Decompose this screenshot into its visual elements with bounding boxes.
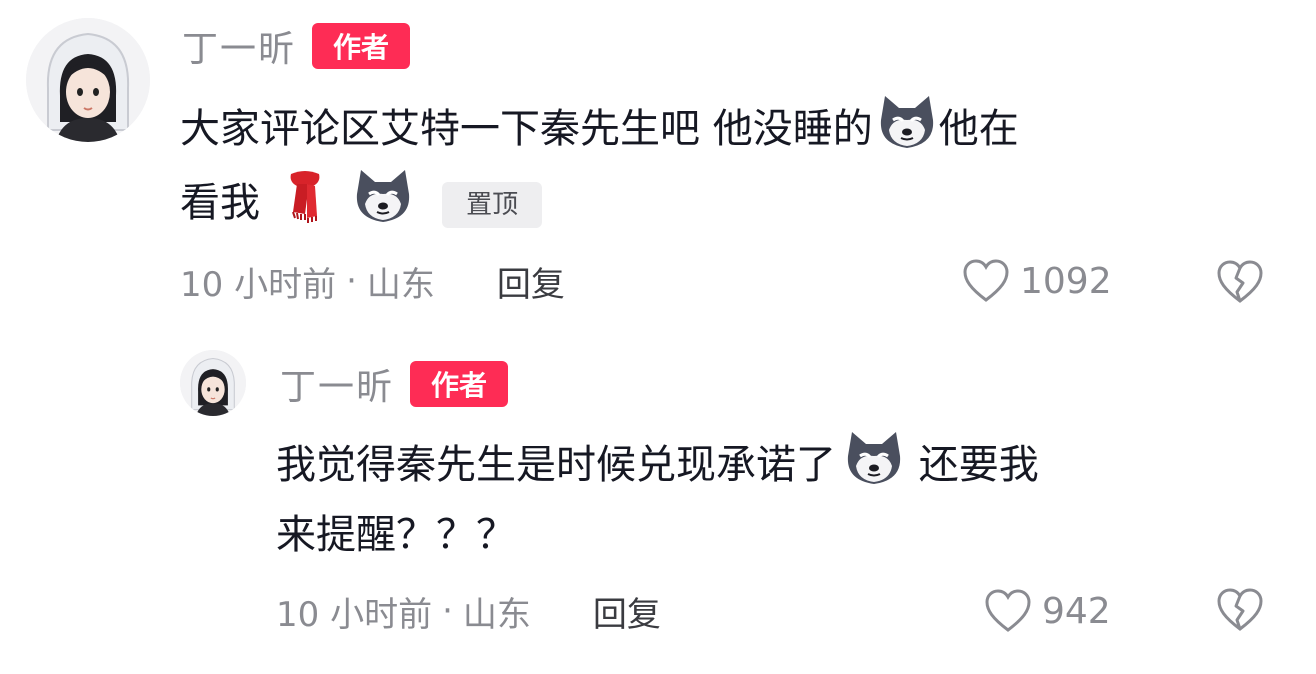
comment-text-segment: 看我 xyxy=(180,180,260,226)
broken-heart-icon xyxy=(1217,588,1263,631)
username[interactable]: 丁一昕 xyxy=(182,20,296,72)
username[interactable]: 丁一昕 xyxy=(280,358,394,410)
like-count: 1092 xyxy=(1020,260,1112,302)
husky-emoji-icon xyxy=(842,430,906,504)
red-scarf-emoji-icon xyxy=(283,168,327,242)
comment-text-segment: 还要我 xyxy=(906,442,1039,488)
comment-text-line: 我觉得秦先生是时候兑现承诺了 还要我 xyxy=(276,430,1286,504)
avatar[interactable] xyxy=(180,350,246,416)
comment-text-line: 看我 置顶 xyxy=(180,168,1290,242)
dislike-button[interactable] xyxy=(1216,260,1264,308)
heart-outline-icon xyxy=(963,259,1009,302)
comment-item: 丁一昕 作者 大家评论区艾特一下秦先生吧 他没睡的 他在 看我 置顶 10 小时… xyxy=(0,0,1316,330)
reply-button[interactable]: 回复 xyxy=(497,257,565,306)
author-badge: 作者 xyxy=(410,361,509,407)
avatar[interactable] xyxy=(26,18,150,142)
comment-text-segment: 他在 xyxy=(938,106,1019,152)
broken-heart-icon xyxy=(1217,260,1263,303)
separator: · xyxy=(442,591,453,631)
like-button[interactable]: 1092 xyxy=(962,258,1112,304)
dislike-button[interactable] xyxy=(1216,588,1264,636)
comment-text-segment: 来提醒？？？ xyxy=(276,512,516,558)
comment-meta: 10 小时前 · 山东 回复 xyxy=(180,257,565,306)
separator: · xyxy=(346,261,357,301)
location: 山东 xyxy=(366,264,435,305)
reply-item: 丁一昕 作者 我觉得秦先生是时候兑现承诺了 还要我 来提醒？？？ 10 小时前 … xyxy=(0,330,1316,674)
author-badge: 作者 xyxy=(312,23,411,69)
timestamp: 10 小时前 xyxy=(180,264,337,305)
comment-meta: 10 小时前 · 山东 回复 xyxy=(276,587,661,636)
timestamp: 10 小时前 xyxy=(276,594,433,635)
comment-text-line: 大家评论区艾特一下秦先生吧 他没睡的 他在 xyxy=(180,94,1290,168)
avatar-image xyxy=(180,350,246,416)
location: 山东 xyxy=(462,594,531,635)
comment-text: 我觉得秦先生是时候兑现承诺了 还要我 来提醒？？？ xyxy=(276,430,1286,566)
pinned-badge: 置顶 xyxy=(442,182,543,228)
reply-button[interactable]: 回复 xyxy=(593,587,661,636)
heart-outline-icon xyxy=(985,589,1031,632)
like-button[interactable]: 942 xyxy=(984,588,1111,634)
comment-header: 丁一昕 作者 xyxy=(280,358,509,410)
husky-emoji-icon xyxy=(351,168,415,242)
avatar-image xyxy=(26,18,150,142)
like-count: 942 xyxy=(1042,590,1111,632)
comment-text-segment: 大家评论区艾特一下秦先生吧 他没睡的 xyxy=(180,106,873,152)
husky-emoji-icon xyxy=(875,94,939,168)
comment-text-segment: 我觉得秦先生是时候兑现承诺了 xyxy=(276,442,836,488)
comment-header: 丁一昕 作者 xyxy=(182,20,411,72)
comment-text: 大家评论区艾特一下秦先生吧 他没睡的 他在 看我 置顶 xyxy=(180,94,1290,242)
comment-text-line: 来提醒？？？ xyxy=(276,504,1286,566)
